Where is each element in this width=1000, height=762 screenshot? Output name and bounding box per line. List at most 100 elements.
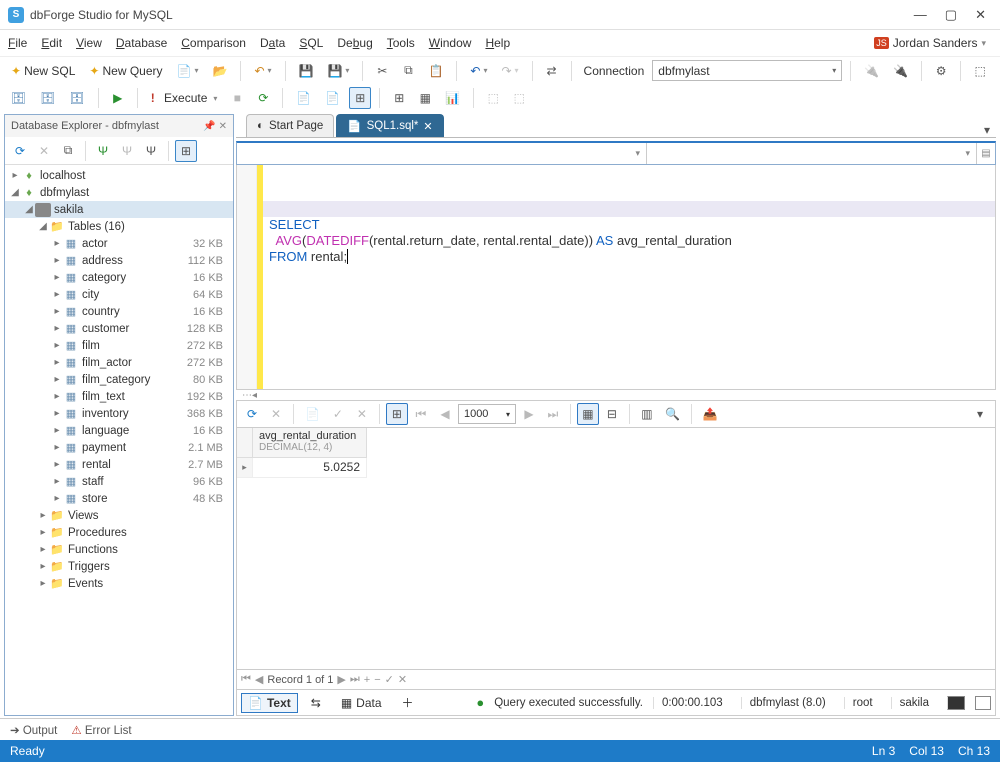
connection-combo[interactable]: dbfmylast xyxy=(652,60,842,81)
tabs-more-button[interactable]: ▾ xyxy=(978,123,996,137)
new-query-button[interactable]: ✦New Query xyxy=(84,60,167,82)
footer-toggle-1[interactable] xyxy=(947,696,965,710)
folder-node-triggers[interactable]: ▸📁Triggers xyxy=(5,558,233,575)
view-mode-button[interactable]: ⊞ xyxy=(175,140,197,162)
prev-page-button[interactable]: ◀ xyxy=(434,403,456,425)
first-page-button[interactable]: ⏮ xyxy=(410,403,432,425)
grid-auto-button[interactable]: ⊞ xyxy=(386,403,408,425)
add-view-button[interactable]: ＋ xyxy=(395,693,421,713)
menu-data[interactable]: Data xyxy=(260,36,285,50)
view-swap-button[interactable]: ⇆ xyxy=(304,693,328,713)
tab-close-icon[interactable]: ✕ xyxy=(423,120,432,133)
connect-button[interactable]: 🔌 xyxy=(859,60,884,82)
table-node-country[interactable]: ▸▦country16 KB xyxy=(5,303,233,320)
last-page-button[interactable]: ⏭ xyxy=(542,403,564,425)
filter-2-button[interactable]: Ψ xyxy=(116,140,138,162)
sync-icon[interactable]: ⇄ xyxy=(541,60,563,82)
run-button[interactable]: ▶ xyxy=(107,87,129,109)
apply-button[interactable]: ✓ xyxy=(327,403,349,425)
minimize-button[interactable]: — xyxy=(914,7,927,23)
find-button[interactable]: 🔍 xyxy=(660,403,685,425)
view-text-button[interactable]: 📄 Text xyxy=(241,693,298,713)
table-node-inventory[interactable]: ▸▦inventory368 KB xyxy=(5,405,233,422)
nav-first[interactable]: ⏮ xyxy=(241,673,251,686)
redo-button[interactable]: ↷ xyxy=(496,60,523,82)
user-account[interactable]: JS Jordan Sanders ▾ xyxy=(874,36,986,50)
tool-f[interactable]: ⊞ xyxy=(388,87,410,109)
menu-edit[interactable]: Edit xyxy=(41,36,62,50)
table-node-address[interactable]: ▸▦address112 KB xyxy=(5,252,233,269)
paste-button[interactable]: 📋 xyxy=(423,60,448,82)
table-node-film_category[interactable]: ▸▦film_category80 KB xyxy=(5,371,233,388)
menu-sql[interactable]: SQL xyxy=(299,36,323,50)
menu-debug[interactable]: Debug xyxy=(337,36,372,50)
commit-button[interactable]: 📄 xyxy=(300,403,325,425)
disconnect-button[interactable]: 🔌 xyxy=(888,60,913,82)
cell-value[interactable]: 5.0252 xyxy=(253,458,367,478)
new-dropdown[interactable]: 📄 xyxy=(172,60,204,82)
table-node-customer[interactable]: ▸▦customer128 KB xyxy=(5,320,233,337)
nav-add[interactable]: + xyxy=(364,674,370,686)
nav-cancel[interactable]: ✕ xyxy=(398,673,407,686)
pivot-button[interactable]: ▥ xyxy=(636,403,658,425)
table-node-city[interactable]: ▸▦city64 KB xyxy=(5,286,233,303)
collapse-icon[interactable]: ▤ xyxy=(977,143,995,164)
stop-button[interactable]: ■ xyxy=(226,87,248,109)
undo-button[interactable]: ↶ xyxy=(465,60,492,82)
tool-button-b[interactable]: ⬚ xyxy=(969,60,991,82)
folder-node-procedures[interactable]: ▸📁Procedures xyxy=(5,524,233,541)
folder-node-views[interactable]: ▸📁Views xyxy=(5,507,233,524)
menu-window[interactable]: Window xyxy=(429,36,472,50)
refresh-button[interactable]: ⟳ xyxy=(252,87,274,109)
view-data-button[interactable]: ▦ Data xyxy=(334,693,389,713)
execute-button[interactable]: ! Execute▾ xyxy=(146,87,223,109)
column-header[interactable]: avg_rental_duration xyxy=(259,430,360,442)
table-node-film[interactable]: ▸▦film272 KB xyxy=(5,337,233,354)
breadcrumb-2[interactable] xyxy=(647,143,977,164)
refresh-tree-button[interactable]: ⟳ xyxy=(9,140,31,162)
folder-node-events[interactable]: ▸📁Events xyxy=(5,575,233,592)
nav-last[interactable]: ⏭ xyxy=(350,673,360,686)
open-button[interactable]: 📂 xyxy=(207,60,232,82)
nav-ok[interactable]: ✓ xyxy=(385,673,394,686)
tab-start-page[interactable]: ◐Start Page xyxy=(246,114,334,137)
tool-j[interactable]: ⬚ xyxy=(508,87,530,109)
tool-c[interactable]: 📄 xyxy=(291,87,316,109)
card-view-button[interactable]: ⊟ xyxy=(601,403,623,425)
table-node-payment[interactable]: ▸▦payment2.1 MB xyxy=(5,439,233,456)
menu-help[interactable]: Help xyxy=(485,36,510,50)
tool-e[interactable]: ⊞ xyxy=(349,87,371,109)
tool-g[interactable]: ▦ xyxy=(414,87,436,109)
splitter[interactable]: ⋯◂ xyxy=(236,390,996,400)
grid-view-button[interactable]: ▦ xyxy=(577,403,599,425)
filter-1-button[interactable]: Ψ xyxy=(92,140,114,162)
cut-button[interactable]: ✂ xyxy=(371,60,393,82)
nav-del[interactable]: − xyxy=(374,674,380,686)
tool-d[interactable]: 📄 xyxy=(320,87,345,109)
next-page-button[interactable]: ▶ xyxy=(518,403,540,425)
export-button[interactable]: 📤 xyxy=(698,403,723,425)
tool-h[interactable]: 📊 xyxy=(440,87,465,109)
maximize-button[interactable]: ▢ xyxy=(945,7,957,23)
pin-icon[interactable]: 📌 ✕ xyxy=(203,121,227,132)
menu-comparison[interactable]: Comparison xyxy=(181,36,246,50)
save-all-button[interactable]: 💾 xyxy=(322,60,354,82)
menu-tools[interactable]: Tools xyxy=(387,36,415,50)
reexecute-button[interactable]: ⟳ xyxy=(241,403,263,425)
results-more-button[interactable]: ▾ xyxy=(969,403,991,425)
table-node-category[interactable]: ▸▦category16 KB xyxy=(5,269,233,286)
nav-next[interactable]: ▶ xyxy=(337,673,345,686)
error-list-button[interactable]: ⚠ Error List xyxy=(71,723,131,737)
output-panel-button[interactable]: ➔ Output xyxy=(10,723,57,737)
cancel-exec-button[interactable]: ✕ xyxy=(265,403,287,425)
delete-node-button[interactable]: ✕ xyxy=(33,140,55,162)
breadcrumb-1[interactable] xyxy=(237,143,647,164)
table-node-language[interactable]: ▸▦language16 KB xyxy=(5,422,233,439)
menu-file[interactable]: File xyxy=(8,36,27,50)
table-node-film_text[interactable]: ▸▦film_text192 KB xyxy=(5,388,233,405)
rollback-button[interactable]: ✕ xyxy=(351,403,373,425)
db-button-2[interactable]: 🗄 xyxy=(35,87,60,109)
table-node-rental[interactable]: ▸▦rental2.7 MB xyxy=(5,456,233,473)
db-button-3[interactable]: 🗄 xyxy=(64,87,89,109)
footer-toggle-2[interactable] xyxy=(975,696,991,710)
